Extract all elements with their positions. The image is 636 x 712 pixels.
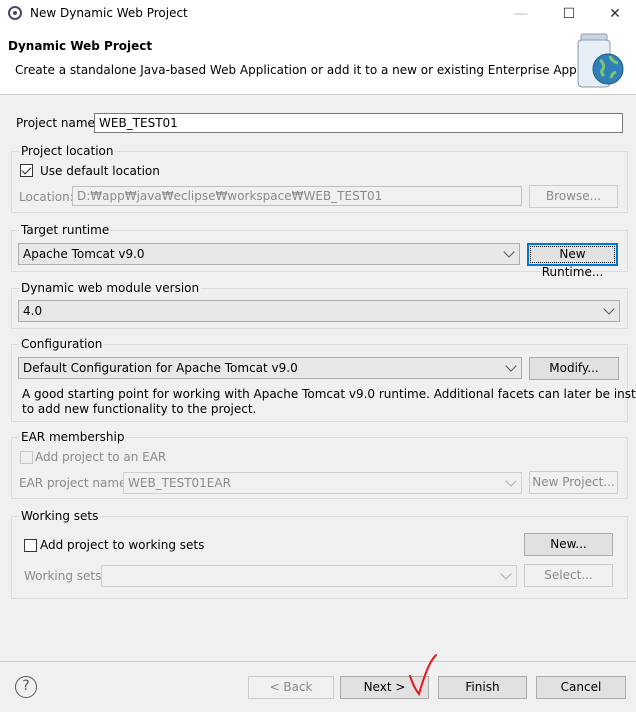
location-label: Location:	[19, 190, 74, 204]
maximize-button[interactable]: ☐	[546, 0, 592, 28]
new-runtime-button[interactable]: New Runtime...	[527, 243, 618, 279]
new-ear-project-button[interactable]: New Project...	[529, 471, 618, 494]
project-name-input[interactable]: WEB_TEST01	[94, 113, 623, 133]
close-button[interactable]: ✕	[592, 0, 636, 28]
configuration-select[interactable]: Default Configuration for Apache Tomcat …	[18, 357, 522, 379]
browse-button[interactable]: Browse...	[529, 185, 618, 208]
new-working-set-button[interactable]: New...	[524, 533, 613, 556]
window-title: New Dynamic Web Project	[30, 6, 188, 20]
page-title: Dynamic Web Project	[8, 39, 153, 53]
chevron-down-icon	[503, 246, 515, 258]
project-name-label: Project name:	[16, 116, 99, 130]
ear-project-name-select[interactable]: WEB_TEST01EAR	[123, 472, 522, 494]
red-check-annotation	[409, 654, 437, 697]
web-project-jar-icon	[577, 33, 624, 88]
working-sets-label: Working sets:	[24, 569, 106, 583]
configuration-group-label: Configuration	[19, 337, 105, 351]
footer-separator	[0, 661, 636, 662]
chevron-down-icon	[505, 475, 517, 487]
project-location-group-label: Project location	[19, 144, 116, 158]
use-default-location-checkbox[interactable]	[20, 164, 33, 177]
ear-project-name-value: WEB_TEST01EAR	[128, 476, 231, 490]
back-button[interactable]: < Back	[248, 676, 334, 699]
modify-button[interactable]: Modify...	[529, 357, 619, 380]
add-to-working-sets-label[interactable]: Add project to working sets	[40, 538, 204, 552]
target-runtime-value: Apache Tomcat v9.0	[23, 247, 145, 261]
working-sets-group-label: Working sets	[19, 509, 101, 523]
web-module-version-group-label: Dynamic web module version	[19, 281, 202, 295]
add-to-working-sets-checkbox[interactable]	[24, 539, 37, 552]
chevron-down-icon	[500, 568, 512, 580]
configuration-value: Default Configuration for Apache Tomcat …	[23, 361, 298, 375]
ear-project-name-label: EAR project name:	[19, 476, 131, 490]
add-to-ear-label[interactable]: Add project to an EAR	[35, 450, 166, 464]
select-working-sets-button[interactable]: Select...	[524, 564, 613, 587]
page-description: Create a standalone Java-based Web Appli…	[15, 63, 625, 77]
chevron-down-icon	[603, 303, 615, 315]
web-module-version-select[interactable]: 4.0	[18, 300, 620, 322]
chevron-down-icon	[505, 360, 517, 372]
configuration-description-line2: to add new functionality to the project.	[22, 402, 257, 416]
ear-membership-group-label: EAR membership	[19, 430, 127, 444]
location-input[interactable]: D:₩app₩java₩eclipse₩workspace₩WEB_TEST01	[72, 186, 522, 206]
use-default-location-label[interactable]: Use default location	[40, 164, 160, 178]
web-module-version-value: 4.0	[23, 304, 43, 318]
minimize-button[interactable]: —	[498, 0, 544, 28]
help-icon[interactable]: ?	[15, 676, 37, 698]
working-sets-select[interactable]	[101, 565, 517, 587]
cancel-button[interactable]: Cancel	[536, 676, 626, 699]
configuration-description-line1: A good starting point for working with A…	[22, 387, 636, 401]
finish-button[interactable]: Finish	[438, 676, 527, 699]
eclipse-icon	[8, 6, 22, 20]
target-runtime-group-label: Target runtime	[19, 223, 112, 237]
add-to-ear-checkbox[interactable]	[20, 451, 33, 464]
target-runtime-select[interactable]: Apache Tomcat v9.0	[18, 243, 520, 265]
